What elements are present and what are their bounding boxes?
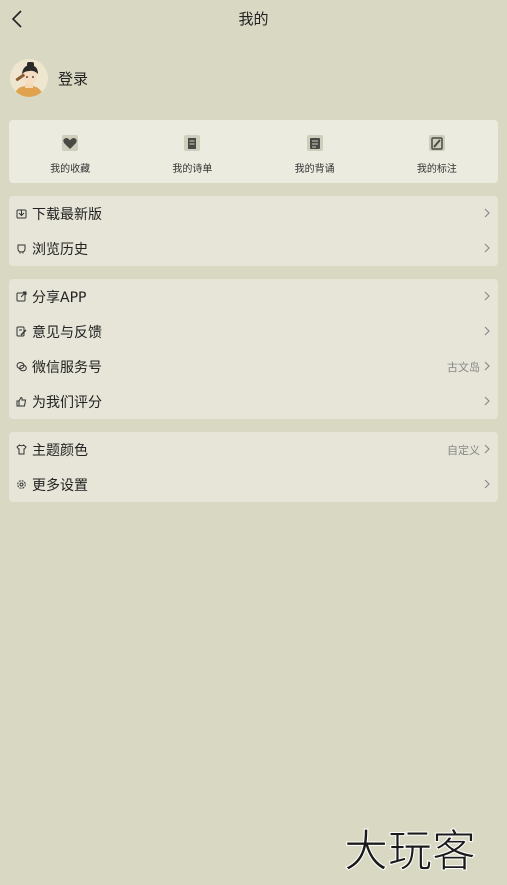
menu-row-label: 主题颜色	[32, 442, 88, 459]
quick-item-label: 我的收藏	[50, 164, 91, 175]
menu-row-wechat-service[interactable]: 微信服务号 古文岛	[9, 349, 498, 384]
menu-row-more-settings[interactable]: 更多设置	[9, 467, 498, 502]
menu-row-label: 意见与反馈	[32, 324, 102, 341]
menu-row-label: 更多设置	[32, 477, 88, 494]
menu-group-1: 下载最新版 浏览历史	[9, 196, 498, 266]
menu-row-feedback[interactable]: 意见与反馈	[9, 314, 498, 349]
download-icon	[16, 209, 27, 219]
chevron-right-icon	[484, 444, 490, 454]
menu-row-label: 为我们评分	[32, 394, 102, 411]
watermark-logo: 大玩客	[344, 826, 477, 878]
avatar[interactable]	[10, 59, 48, 97]
quick-item-label: 我的诗单	[172, 164, 213, 175]
quick-item-annotate[interactable]: 我的标注	[376, 120, 498, 183]
feedback-icon	[16, 326, 27, 337]
poem-list-icon	[184, 135, 201, 151]
login-label[interactable]: 登录	[58, 68, 88, 89]
menu-row-label: 分享APP	[32, 289, 87, 306]
share-icon	[16, 291, 27, 302]
menu-row-label: 浏览历史	[32, 241, 88, 258]
quick-item-poem-list[interactable]: 我的诗单	[131, 120, 253, 183]
quick-item-favorites[interactable]: 我的收藏	[9, 120, 131, 183]
wechat-icon	[16, 362, 27, 372]
chevron-right-icon	[484, 326, 490, 336]
menu-row-rate-us[interactable]: 为我们评分	[9, 384, 498, 419]
menu-row-value: 自定义	[447, 443, 480, 457]
top-bar: 我的	[0, 0, 507, 38]
chevron-right-icon	[484, 243, 490, 253]
thumbs-up-icon	[16, 396, 27, 407]
chevron-right-icon	[484, 396, 490, 406]
menu-row-label: 下载最新版	[32, 206, 102, 223]
recite-book-icon	[306, 135, 323, 151]
quick-item-label: 我的标注	[416, 164, 457, 175]
quick-item-recite[interactable]: 我的背诵	[254, 120, 376, 183]
menu-group-2: 分享APP 意见与反馈 微信服务号 古文岛 为我们评分	[9, 279, 498, 419]
chevron-right-icon	[484, 208, 490, 218]
profile-login-area[interactable]: 登录	[10, 58, 88, 98]
menu-row-label: 微信服务号	[32, 359, 102, 376]
history-icon	[17, 244, 26, 254]
page-title: 我的	[238, 10, 269, 28]
chevron-right-icon	[484, 479, 490, 489]
menu-row-download-latest[interactable]: 下载最新版	[9, 196, 498, 231]
menu-group-3: 主题颜色 自定义 更多设置	[9, 432, 498, 502]
menu-row-browse-history[interactable]: 浏览历史	[9, 231, 498, 266]
menu-row-share-app[interactable]: 分享APP	[9, 279, 498, 314]
watermark-text: 大玩客	[344, 826, 476, 877]
heart-box-icon	[62, 135, 79, 151]
scholar-avatar-icon	[10, 59, 48, 97]
menu-row-theme-color[interactable]: 主题颜色 自定义	[9, 432, 498, 467]
quick-item-label: 我的背诵	[294, 164, 335, 175]
menu-row-value: 古文岛	[447, 360, 480, 374]
quick-actions-card: 我的收藏 我的诗单 我的背诵 我的标注	[9, 120, 498, 183]
settings-icon	[17, 480, 26, 489]
theme-icon	[16, 444, 27, 455]
chevron-right-icon	[484, 291, 490, 301]
chevron-right-icon	[484, 361, 490, 371]
annotate-pencil-icon	[428, 135, 445, 151]
